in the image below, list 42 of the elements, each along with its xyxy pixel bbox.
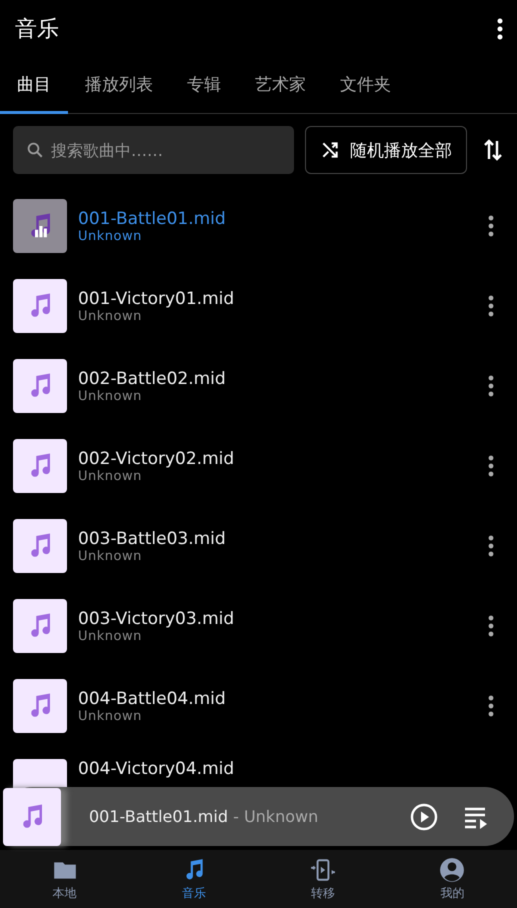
tab[interactable]: 文件夹 — [323, 58, 408, 114]
song-artist: Unknown — [78, 628, 143, 644]
song-options-icon[interactable] — [488, 695, 494, 717]
song-artist: Unknown — [78, 228, 143, 244]
song-artist: Unknown — [78, 548, 143, 564]
song-options-icon[interactable] — [488, 615, 494, 637]
song-artist: Unknown — [78, 468, 143, 484]
song-artist: Unknown — [78, 388, 143, 404]
song-title[interactable]: 002-Battle02.mid — [78, 368, 488, 388]
profile-icon — [439, 856, 466, 882]
song-options-icon[interactable] — [488, 535, 494, 557]
song-options-icon[interactable] — [488, 215, 494, 237]
song-title[interactable]: 003-Victory03.mid — [78, 608, 488, 628]
sort-icon[interactable] — [482, 137, 504, 163]
now-playing-text: 001-Battle01.mid - Unknown — [89, 807, 320, 826]
song-artist: Unknown — [78, 308, 143, 324]
transfer-icon — [310, 856, 336, 882]
song-options-icon[interactable] — [488, 455, 494, 477]
shuffle-all-button[interactable]: 随机播放全部 — [305, 126, 467, 174]
page-title: 音乐 — [15, 16, 59, 44]
tab[interactable]: 播放列表 — [68, 58, 170, 114]
tab[interactable]: 专辑 — [170, 58, 238, 114]
mini-player[interactable]: 001-Battle01.mid - Unknown — [3, 787, 514, 846]
nav-tab[interactable]: 本地 — [0, 850, 130, 908]
song-title[interactable]: 004-Battle04.mid — [78, 688, 488, 708]
more-icon[interactable] — [497, 18, 503, 40]
play-icon[interactable] — [410, 802, 438, 830]
nav-tab[interactable]: 我的 — [388, 850, 517, 908]
song-options-icon[interactable] — [488, 295, 494, 317]
song-title[interactable]: 003-Battle03.mid — [78, 528, 488, 548]
song-title[interactable]: 001-Victory01.mid — [78, 288, 488, 308]
song-options-icon[interactable] — [488, 375, 494, 397]
song-artist: Unknown — [78, 708, 143, 724]
nav-tab[interactable]: 音乐 — [129, 850, 258, 908]
song-title[interactable]: 001-Battle01.mid — [78, 208, 488, 228]
song-title[interactable]: 002-Victory02.mid — [78, 448, 488, 468]
nav-tab[interactable]: 转移 — [258, 850, 388, 908]
tab[interactable]: 曲目 — [0, 58, 68, 114]
shuffle-icon — [320, 140, 340, 160]
song-title[interactable]: 004-Victory04.mid — [78, 759, 504, 779]
search-field[interactable]: 搜索歌曲中…… — [13, 126, 294, 174]
tab[interactable]: 艺术家 — [238, 58, 323, 114]
